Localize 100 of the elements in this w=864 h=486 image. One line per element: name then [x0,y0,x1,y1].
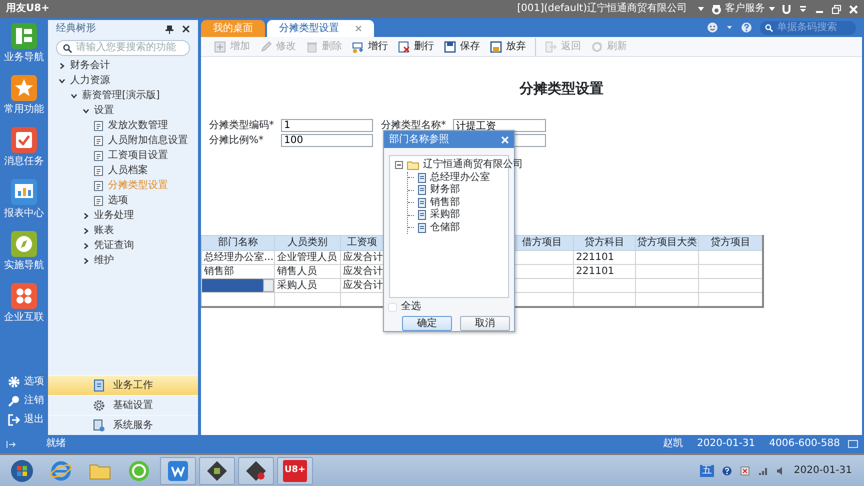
exit-icon[interactable] [8,414,20,426]
rail-option[interactable]: 退出 [24,414,44,426]
nav-icon[interactable] [11,127,37,153]
caret-icon[interactable] [726,24,733,31]
tree-item[interactable]: 账表 [94,224,114,236]
chevron-right-icon[interactable] [82,242,90,250]
tree-item[interactable]: 业务处理 [94,210,134,222]
tree-item[interactable]: 财务会计 [70,60,110,72]
service-icon[interactable] [711,4,722,14]
document-icon[interactable] [94,180,103,190]
rail-option[interactable]: 注销 [24,394,44,406]
nav-icon[interactable] [11,75,37,101]
dropdown-icon[interactable] [799,5,807,13]
chevron-down-icon[interactable] [58,76,66,84]
tree-item[interactable]: 辽宁恒通商贸有限公司 [423,159,523,172]
tree-item[interactable]: 工资项目设置 [108,150,168,162]
search-icon[interactable] [765,24,773,32]
input-field[interactable]: 100 [281,134,373,147]
network-icon[interactable] [758,466,768,476]
toolbar-button[interactable]: 增行 [347,38,393,56]
column-header[interactable]: 贷方项目 [698,236,762,250]
nav-icon[interactable] [11,179,37,205]
toolbar-button[interactable]: 删行 [393,38,439,56]
gear-icon[interactable] [8,376,20,388]
nav-label[interactable]: 消息任务 [4,156,44,168]
caret-icon[interactable] [768,5,776,13]
column-header[interactable]: 部门名称 [202,236,274,250]
nav-label[interactable]: 业务导航 [4,52,44,64]
collapse-icon[interactable] [395,161,403,170]
tree-item[interactable]: 发放次数管理 [108,120,168,132]
caret-icon[interactable] [697,5,705,13]
tree-item[interactable]: 人力资源 [70,74,110,86]
document-icon[interactable] [94,136,103,146]
nav-label[interactable]: 常用功能 [4,104,44,116]
column-header[interactable]: 人员类别 [274,236,340,250]
pin-icon[interactable] [165,24,174,34]
close-icon[interactable] [182,25,190,33]
tree-item[interactable]: 总经理办公室 [430,172,490,184]
input-field[interactable]: 计提工资 [453,119,546,132]
tree-item[interactable]: 仓储部 [430,222,460,234]
chevron-down-icon[interactable] [82,106,90,114]
input-field[interactable]: 1 [281,119,373,132]
module-tab[interactable]: 基础设置 [48,395,198,415]
nav-icon[interactable] [11,283,37,309]
nav-label[interactable]: 实施导航 [4,260,44,272]
chevron-right-icon[interactable] [82,256,90,264]
nav-icon[interactable] [11,231,37,257]
tree-item[interactable]: 财务部 [430,184,460,196]
help-icon[interactable] [722,466,732,476]
chevron-right-icon[interactable] [58,62,66,70]
checkbox-label[interactable]: 全选 [401,301,421,313]
ime-indicator[interactable]: 五 [700,464,714,476]
start-orb-icon[interactable] [10,458,34,482]
document-icon [418,222,426,233]
search-icon[interactable] [63,44,72,52]
document-icon[interactable] [94,120,103,130]
tab[interactable]: 分摊类型设置 [267,20,374,37]
dialog-button[interactable]: 取消 [460,316,510,331]
tree-item[interactable]: 薪资管理[演示版] [82,90,160,102]
nav-icon[interactable] [11,23,37,49]
magnet-icon[interactable] [782,4,791,14]
tree-item[interactable]: 凭证查询 [94,240,134,252]
app-tile-icon[interactable] [166,458,190,482]
rail-option[interactable]: 选项 [24,376,44,388]
table-cell: 采购人员 [274,278,340,292]
tree-item[interactable]: 人员附加信息设置 [108,134,188,146]
tree-item[interactable]: 销售部 [430,196,460,209]
select-all-checkbox[interactable] [388,302,397,312]
help-icon[interactable] [741,22,752,33]
restore-icon[interactable] [832,4,841,14]
keyboard-icon[interactable] [848,440,858,448]
chevron-right-icon[interactable] [82,212,90,220]
browser-icon[interactable] [49,458,73,482]
table-cell: 企业管理人员 [274,250,340,264]
dialog-button[interactable]: 确定 [402,316,452,331]
smiley-icon[interactable] [707,22,718,33]
document-icon[interactable] [94,150,103,160]
chevron-right-icon[interactable] [82,226,90,234]
column-header[interactable]: 贷方项目大类 [636,236,698,250]
expand-icon[interactable] [6,440,16,448]
column-header[interactable]: 工资项 [340,236,384,250]
key-icon[interactable] [8,394,20,406]
document-icon[interactable] [94,166,103,176]
chevron-down-icon[interactable] [70,92,78,100]
flag-icon[interactable] [740,466,750,476]
tree-item[interactable]: 选项 [108,194,128,206]
tree-item[interactable]: 采购部 [430,209,460,222]
tree-item[interactable]: 人员档案 [108,164,148,176]
nav-label[interactable]: 报表中心 [4,208,44,220]
tree-item[interactable]: 设置 [94,104,114,116]
toolbar-button[interactable]: 保存 [439,38,485,56]
document-icon[interactable] [94,196,103,206]
column-header[interactable]: 贷方科目 [574,236,636,250]
module-tab[interactable]: 业务工作 [48,375,198,395]
nav-label[interactable]: 企业互联 [4,312,44,324]
app-logo[interactable]: U8+ [283,460,307,482]
service-menu[interactable]: 客户服务 [725,3,765,15]
toolbar-button[interactable]: 放弃 [485,38,531,56]
editing-cell[interactable] [202,278,274,292]
tree-item[interactable]: 维护 [94,254,114,266]
